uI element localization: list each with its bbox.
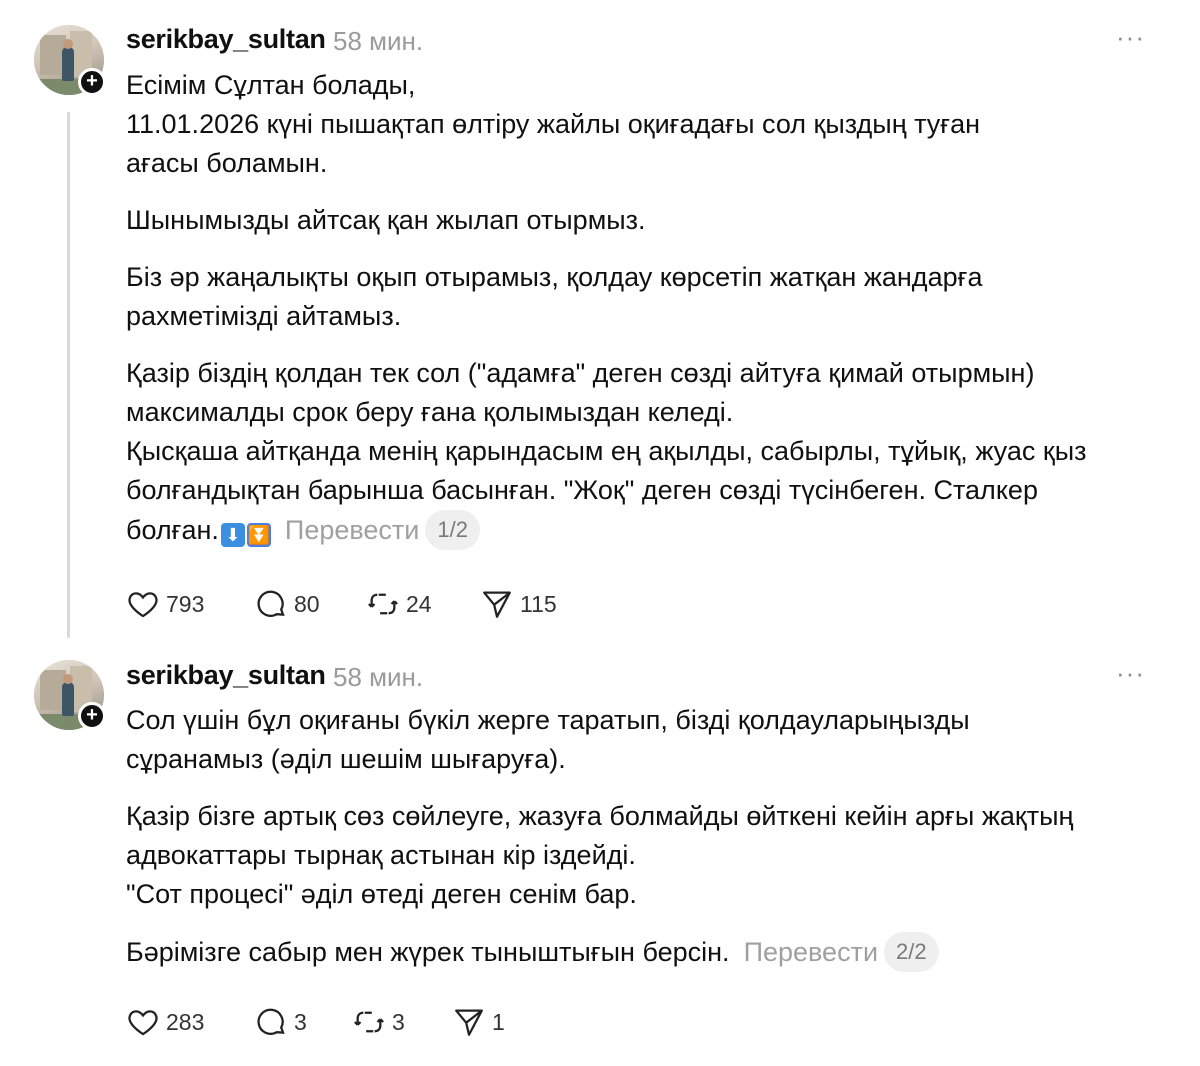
username[interactable]: serikbay_sultan: [126, 660, 326, 691]
post-line: Біз әр жаңалықты оқып отырамыз, қолдау к…: [126, 262, 983, 292]
post-line: Шынымызды айтсақ қан жылап отырмыз.: [126, 205, 646, 235]
translate-link[interactable]: Перевести: [285, 515, 419, 545]
post-text: Сол үшін бұл оқиғаны бүкіл жерге таратып…: [126, 701, 1156, 972]
repost-icon: [368, 593, 398, 615]
avatar[interactable]: [34, 660, 104, 730]
comment-count: 80: [294, 590, 320, 617]
follow-plus-icon[interactable]: +: [78, 68, 106, 96]
post-line: Қазір бізге артық сөз сөйлеуге, жазуға б…: [126, 801, 1074, 831]
post-line: Сол үшін бұл оқиғаны бүкіл жерге таратып…: [126, 705, 970, 735]
repost-count: 24: [406, 590, 432, 617]
post-line: рахметімізді айтамыз.: [126, 301, 402, 331]
page-counter-badge: 1/2: [425, 510, 480, 550]
post-last-line: Бәрімізге сабыр мен жүрек тыныштығын бер…: [126, 932, 1156, 972]
thread-post-1: + serikbay_sultan 58 мин. ··· Есімім Сұл…: [0, 0, 1200, 640]
like-count: 283: [166, 1008, 205, 1035]
arrow-down-emoji-icon: ⬇: [220, 523, 245, 547]
timestamp[interactable]: 58 мин.: [333, 662, 423, 693]
post-last-line: болған. ⬇ ⏬ Перевести 1/2: [126, 510, 1156, 550]
timestamp[interactable]: 58 мин.: [333, 26, 423, 57]
comment-button[interactable]: 3: [254, 1002, 307, 1042]
heart-icon: [128, 1010, 158, 1036]
like-count: 793: [166, 590, 205, 617]
repost-count: 3: [392, 1008, 405, 1035]
comment-count: 3: [294, 1008, 307, 1035]
post-line: Есімім Сұлтан болады,: [126, 70, 416, 100]
share-count: 1: [492, 1008, 505, 1035]
post-line: Қысқаша айтқанда менің қарындасым ең ақы…: [126, 436, 1087, 466]
double-arrow-down-emoji-icon: ⏬: [246, 523, 271, 547]
like-button[interactable]: 793: [126, 584, 204, 624]
post-line: Бәрімізге сабыр мен жүрек тыныштығын бер…: [126, 937, 730, 967]
post-line: сұранамыз (әділ шешім шығаруға).: [126, 744, 566, 774]
repost-button[interactable]: 3: [352, 1002, 405, 1042]
post-line: ағасы боламын.: [126, 148, 328, 178]
thread-line: [67, 112, 70, 638]
share-button[interactable]: 115: [480, 584, 557, 624]
share-count: 115: [520, 590, 557, 617]
post-line: максималды срок беру ғана қолымыздан кел…: [126, 397, 734, 427]
follow-plus-icon[interactable]: +: [78, 702, 106, 730]
repost-button[interactable]: 24: [366, 584, 432, 624]
post-line: 11.01.2026 күні пышақтап өлтіру жайлы оқ…: [126, 109, 981, 139]
post-text: Есімім Сұлтан болады, 11.01.2026 күні пы…: [126, 66, 1156, 550]
comment-bubble-icon: [257, 590, 285, 617]
comment-button[interactable]: 80: [254, 584, 320, 624]
page-counter-badge: 2/2: [884, 932, 939, 972]
send-icon: [483, 591, 511, 618]
send-icon: [455, 1009, 483, 1036]
post-line: адвокаттары тырнақ астынан кір іздейді.: [126, 840, 636, 870]
repost-icon: [354, 1011, 384, 1033]
heart-icon: [128, 592, 158, 618]
share-button[interactable]: 1: [452, 1002, 505, 1042]
post-line: болғандықтан барынша басынған. "Жоқ" дег…: [126, 475, 1038, 505]
post-line: "Сот процесі" әділ өтеді деген сенім бар…: [126, 879, 637, 909]
username[interactable]: serikbay_sultan: [126, 24, 326, 55]
like-button[interactable]: 283: [126, 1002, 204, 1042]
post-line: болған.: [126, 515, 219, 545]
more-options-icon[interactable]: ···: [1116, 658, 1145, 689]
translate-link[interactable]: Перевести: [744, 937, 878, 967]
more-options-icon[interactable]: ···: [1116, 22, 1145, 53]
post-line: Қазір біздің қолдан тек сол ("адамға" де…: [126, 358, 1035, 388]
comment-bubble-icon: [257, 1008, 285, 1035]
